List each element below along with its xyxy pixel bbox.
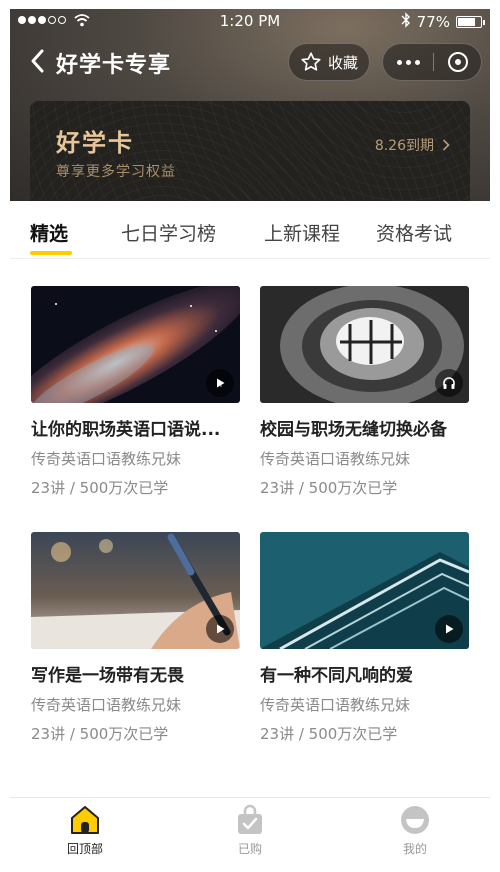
battery-icon bbox=[456, 16, 485, 28]
membership-card[interactable]: 好学卡 尊享更多学习权益 8.26到期 bbox=[30, 101, 470, 201]
card-expire: 8.26到期 bbox=[375, 135, 450, 155]
tab-new-courses[interactable]: 上新课程 bbox=[264, 219, 340, 246]
header: 1:20 PM 77% 好学卡专享 收藏 好学卡 尊享更多学习权益 8.26到期 bbox=[10, 9, 490, 201]
collect-label: 收藏 bbox=[327, 53, 358, 72]
expire-date: 8.26到期 bbox=[374, 138, 434, 154]
tab-seven-day-ranking[interactable]: 七日学习榜 bbox=[121, 219, 216, 246]
collect-button[interactable]: 收藏 bbox=[288, 43, 370, 81]
play-icon bbox=[206, 615, 234, 643]
home-icon bbox=[69, 804, 101, 836]
status-bar: 1:20 PM 77% bbox=[10, 9, 490, 33]
course-card[interactable]: 校园与职场无缝切换必备 传奇英语口语教练兄妹 23讲 / 500万次已学 bbox=[260, 286, 469, 498]
tabbar-label: 回顶部 bbox=[66, 842, 103, 856]
nav-bar: 好学卡专享 收藏 bbox=[10, 41, 490, 81]
mini-program-capsule bbox=[382, 43, 482, 81]
active-tab-indicator bbox=[30, 251, 72, 255]
course-thumbnail bbox=[31, 532, 240, 649]
bag-icon bbox=[234, 804, 266, 836]
star-icon bbox=[301, 52, 321, 71]
course-thumbnail bbox=[260, 532, 469, 649]
course-thumbnail bbox=[260, 286, 469, 403]
play-icon bbox=[206, 369, 234, 397]
bluetooth-icon bbox=[401, 12, 411, 32]
course-author: 传奇英语口语教练兄妹 bbox=[260, 696, 411, 714]
profile-icon bbox=[399, 804, 431, 836]
chevron-left-icon bbox=[31, 49, 44, 73]
course-title: 有一种不同凡响的爱 bbox=[260, 666, 413, 686]
battery-percent: 77% bbox=[416, 13, 450, 31]
course-stats: 23讲 / 500万次已学 bbox=[260, 725, 398, 743]
page-title: 好学卡专享 bbox=[56, 53, 172, 78]
tabbar-label: 我的 bbox=[402, 842, 427, 856]
course-card[interactable]: 让你的职场英语口语说... 传奇英语口语教练兄妹 23讲 / 500万次已学 bbox=[31, 286, 240, 498]
course-thumbnail bbox=[31, 286, 240, 403]
bottom-tab-bar: 回顶部 已购 我的 bbox=[10, 797, 490, 863]
tabbar-label: 已购 bbox=[237, 842, 262, 856]
course-card[interactable]: 有一种不同凡响的爱 传奇英语口语教练兄妹 23讲 / 500万次已学 bbox=[260, 532, 469, 744]
tabbar-purchased[interactable]: 已购 bbox=[205, 804, 295, 857]
exit-button[interactable] bbox=[434, 44, 482, 80]
course-stats: 23讲 / 500万次已学 bbox=[31, 479, 169, 497]
chevron-right-icon bbox=[442, 139, 450, 151]
course-card[interactable]: 写作是一场带有无畏 传奇英语口语教练兄妹 23讲 / 500万次已学 bbox=[31, 532, 240, 744]
course-author: 传奇英语口语教练兄妹 bbox=[31, 696, 182, 714]
course-title: 让你的职场英语口语说... bbox=[31, 420, 221, 440]
category-tabs: 精选 七日学习榜 上新课程 资格考试 bbox=[10, 201, 490, 259]
course-title: 校园与职场无缝切换必备 bbox=[260, 420, 447, 440]
tabbar-back-to-top[interactable]: 回顶部 bbox=[40, 804, 130, 857]
tab-qualification-exam[interactable]: 资格考试 bbox=[376, 219, 452, 246]
course-title: 写作是一场带有无畏 bbox=[31, 666, 184, 686]
course-stats: 23讲 / 500万次已学 bbox=[260, 479, 398, 497]
tabbar-profile[interactable]: 我的 bbox=[370, 804, 460, 857]
course-author: 传奇英语口语教练兄妹 bbox=[260, 450, 411, 468]
card-title: 好学卡 bbox=[56, 129, 134, 157]
play-icon bbox=[435, 615, 463, 643]
course-author: 传奇英语口语教练兄妹 bbox=[31, 450, 182, 468]
back-button[interactable] bbox=[28, 47, 50, 75]
card-subtitle: 尊享更多学习权益 bbox=[56, 164, 176, 180]
more-button[interactable] bbox=[383, 44, 433, 80]
course-stats: 23讲 / 500万次已学 bbox=[31, 725, 169, 743]
target-close-icon bbox=[448, 52, 468, 72]
tab-featured[interactable]: 精选 bbox=[30, 219, 68, 246]
headphones-icon bbox=[435, 369, 463, 397]
